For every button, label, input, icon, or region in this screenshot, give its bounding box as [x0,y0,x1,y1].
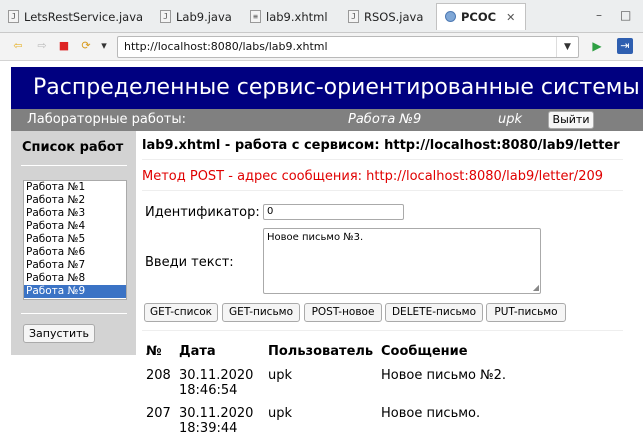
message-textarea[interactable]: Новое письмо №3. ◢ [263,228,541,294]
cell-num: 208 [146,368,171,383]
list-item[interactable]: Работа №6 [24,246,126,259]
tab-rsos-browser[interactable]: РСОС ✕ [436,3,527,30]
run-button[interactable]: Запустить [23,324,95,343]
divider [142,330,623,331]
editor-tab-bar: J LetsRestService.java J Lab9.java ≡ lab… [0,0,643,33]
xhtml-file-icon: ≡ [250,10,261,23]
post-new-button[interactable]: POST-новое [304,303,382,322]
cell-user: upk [268,406,293,421]
back-arrow-icon[interactable]: ⇦ [11,39,25,53]
list-item[interactable]: Работа №2 [24,194,126,207]
table-header-num: № [146,344,162,359]
method-info: Метод POST - адрес сообщения: http://loc… [142,169,604,184]
forward-arrow-icon[interactable]: ⇨ [35,39,49,53]
open-external-browser-icon[interactable]: ⇥ [617,38,633,54]
list-item[interactable]: Работа №4 [24,220,126,233]
current-work: Работа №9 [348,112,422,127]
stop-icon[interactable]: ■ [57,39,71,53]
table-header-date: Дата [179,344,216,359]
table-header-message: Сообщение [381,344,468,359]
java-file-icon: J [160,10,171,23]
message-text: Новое письмо №3. [267,232,364,243]
cell-time: 18:46:54 [179,383,238,398]
tab-label: Lab9.java [176,10,232,24]
divider [142,190,623,191]
cell-message: Новое письмо. [381,406,481,421]
minimize-button[interactable]: – [596,8,602,22]
delete-letter-button[interactable]: DELETE-письмо [385,303,483,322]
cell-message: Новое письмо №2. [381,368,507,383]
cell-user: upk [268,368,293,383]
url-dropdown-icon[interactable]: ▼ [556,37,578,57]
tab-lab9-xhtml[interactable]: ≡ lab9.xhtml [242,6,328,28]
tab-lab9-java[interactable]: J Lab9.java [152,6,232,28]
resize-grip-icon[interactable]: ◢ [533,283,539,292]
labs-listbox[interactable]: Работа №1 Работа №2 Работа №3 Работа №4 … [23,180,127,300]
table-header-user: Пользователь [268,344,374,359]
sidebar-title: Список работ [22,140,124,155]
cell-date: 30.11.2020 [179,368,254,383]
list-item[interactable]: Работа №7 [24,259,126,272]
put-letter-button[interactable]: PUT-письмо [486,303,566,322]
divider [142,159,623,160]
tab-label: РСОС [461,10,497,24]
tab-label: LetsRestService.java [24,10,144,24]
browser-globe-icon [445,11,456,22]
tab-rsos-java[interactable]: J RSOS.java [340,6,423,28]
refresh-icon[interactable]: ⟳ [79,39,93,53]
url-input[interactable]: http://localhost:8080/labs/lab9.xhtml ▼ [117,36,579,58]
tab-label: lab9.xhtml [266,10,328,24]
sidebar: Список работ Работа №1 Работа №2 Работа … [11,131,136,355]
username: upk [498,112,523,127]
id-field[interactable]: 0 [263,204,404,220]
tab-lets-rest-service[interactable]: J LetsRestService.java [0,6,143,28]
browser-toolbar: ⇦ ⇨ ■ ⟳ ▾ http://localhost:8080/labs/lab… [0,33,643,61]
list-item[interactable]: Работа №8 [24,272,126,285]
list-item[interactable]: Работа №1 [24,181,126,194]
page-banner: Распределенные сервис-ориентированные си… [11,67,643,109]
logout-button[interactable]: Выйти [548,111,594,129]
get-letter-button[interactable]: GET-письмо [222,303,300,322]
go-icon[interactable]: ▶ [590,39,604,53]
text-label: Введи текст: [145,255,234,270]
java-file-icon: J [8,10,19,23]
web-page: Распределенные сервис-ориентированные си… [0,62,643,440]
id-label: Идентификатор: [145,205,260,220]
cell-num: 207 [146,406,171,421]
cell-time: 18:39:44 [179,421,238,436]
close-icon[interactable]: ✕ [506,11,515,24]
list-item-selected[interactable]: Работа №9 [24,285,126,298]
page-title: lab9.xhtml - работа с сервисом: http://l… [142,138,620,153]
java-file-icon: J [348,10,359,23]
tab-label: RSOS.java [364,10,424,24]
get-list-button[interactable]: GET-список [144,303,218,322]
sidebar-divider [21,165,127,166]
sidebar-divider [21,313,127,314]
toolbar-menu-icon[interactable]: ▾ [97,39,111,53]
list-item[interactable]: Работа №5 [24,233,126,246]
user-bar: Лабораторные работы: Работа №9 upk Выйти [11,109,643,131]
list-item[interactable]: Работа №3 [24,207,126,220]
maximize-button[interactable]: □ [620,8,631,22]
cell-date: 30.11.2020 [179,406,254,421]
labs-caption: Лабораторные работы: [27,112,187,127]
url-text: http://localhost:8080/labs/lab9.xhtml [124,40,328,53]
